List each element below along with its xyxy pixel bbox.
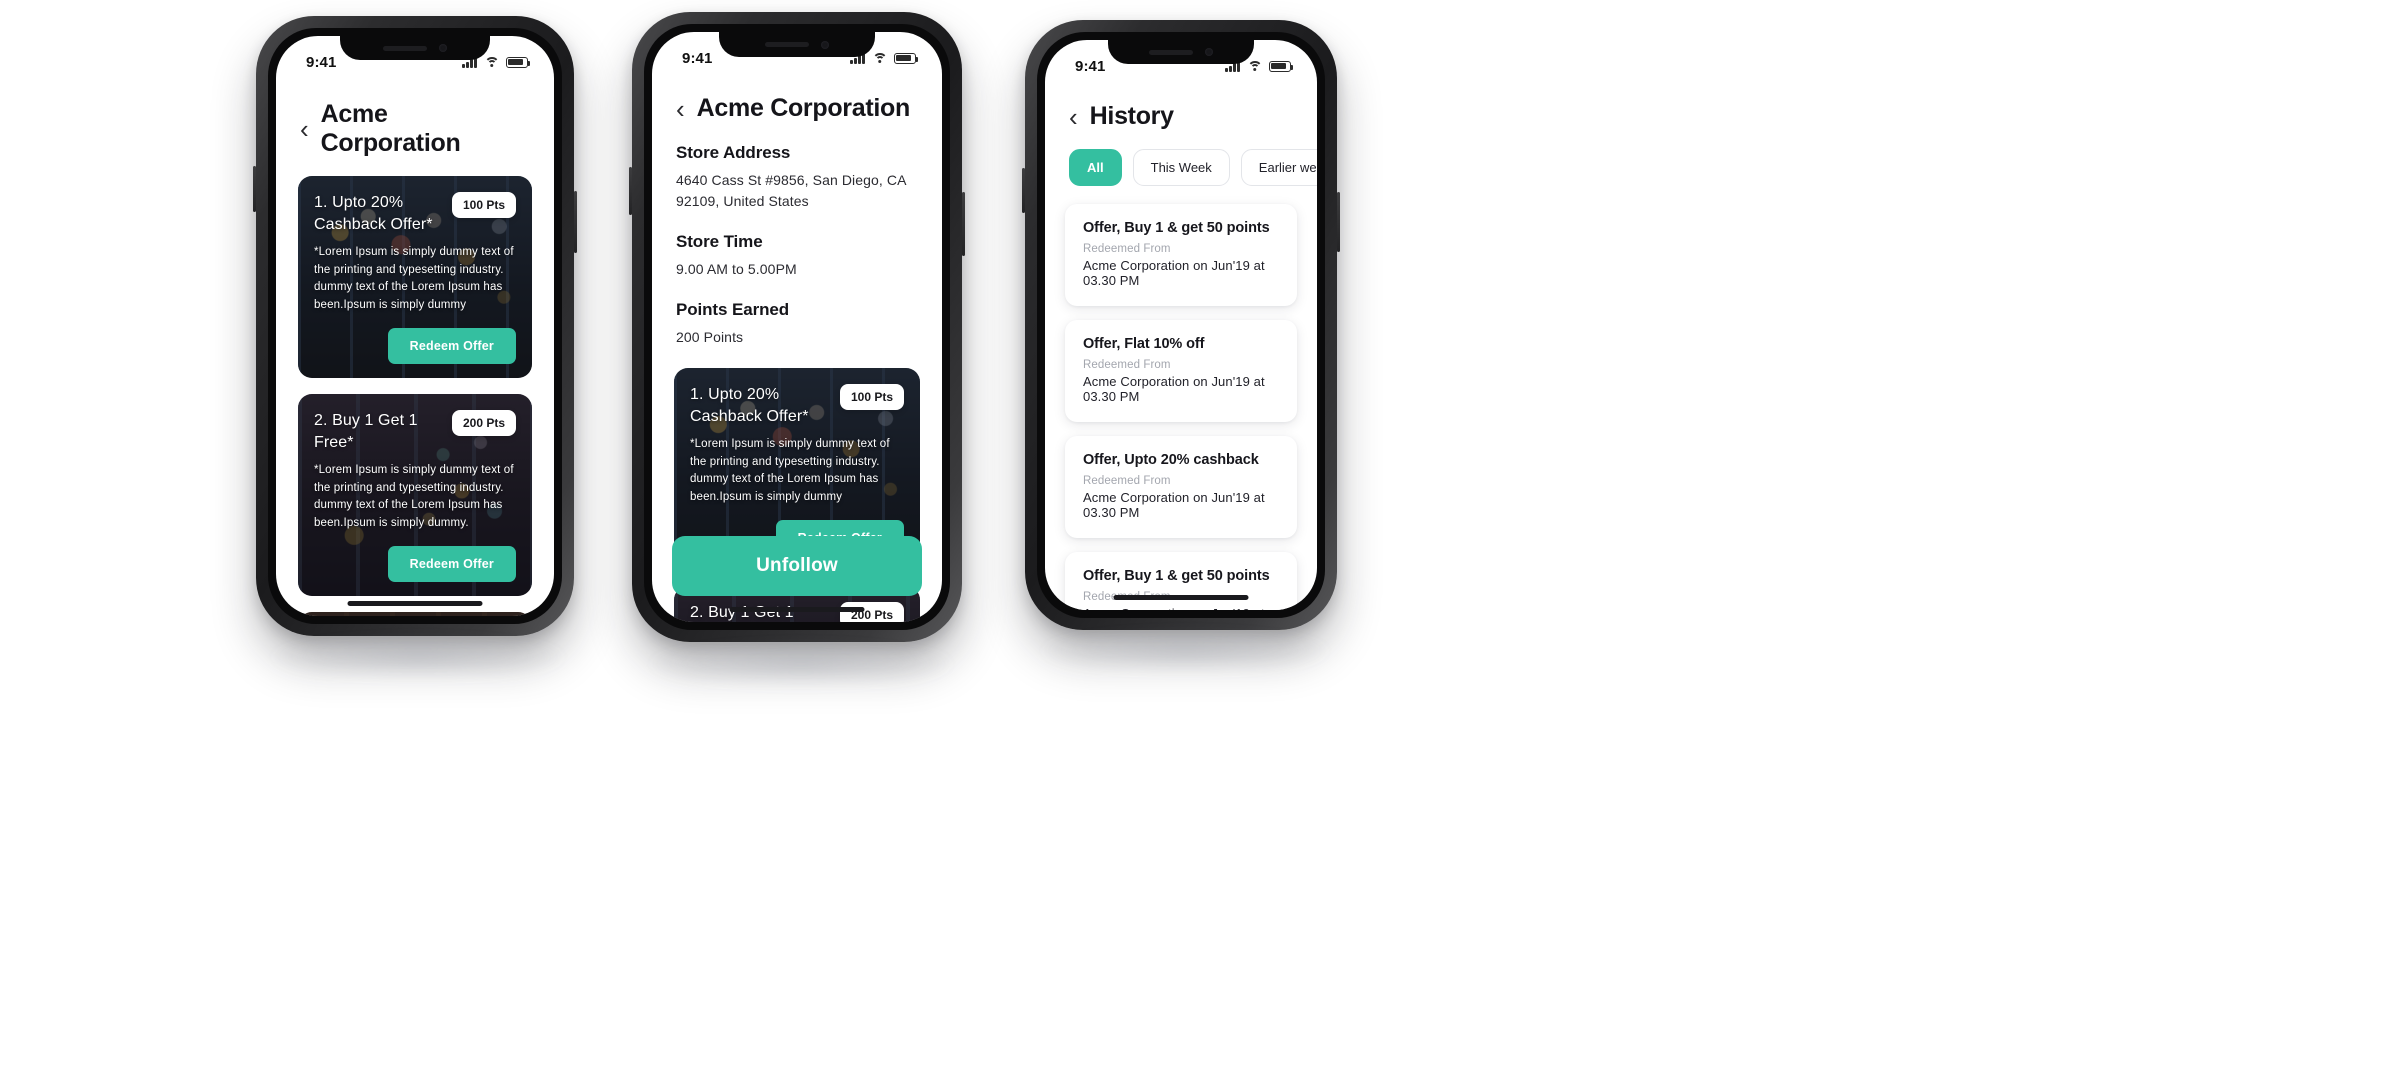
history-filter-tabs: All This Week Earlier week This Month [1045, 149, 1317, 186]
nav-header: ‹ Acme Corporation [276, 100, 554, 158]
phone-screen-history: 9:41 ‹ History All This Week Earlier wee… [1045, 40, 1317, 610]
earpiece-speaker [765, 42, 809, 47]
history-list-item[interactable]: Offer, Buy 1 & get 50 points Redeemed Fr… [1065, 552, 1297, 610]
front-camera-icon [821, 40, 829, 49]
points-badge: 200 Pts [451, 410, 516, 437]
history-item-meta: Acme Corporation on Jun'19 at 03.30 PM [1083, 606, 1279, 610]
wifi-icon [484, 56, 499, 68]
history-list-item[interactable]: Offer, Buy 1 & get 50 points Redeemed Fr… [1065, 204, 1297, 306]
status-time: 9:41 [682, 49, 713, 67]
nav-header: ‹ Acme Corporation [652, 94, 942, 123]
battery-icon [506, 56, 531, 68]
power-button [962, 192, 965, 256]
store-details: Store Address 4640 Cass St #9856, San Di… [652, 143, 942, 348]
notch [340, 36, 490, 60]
history-item-meta: Acme Corporation on Jun'19 at 03.30 PM [1083, 258, 1265, 288]
history-item-subtitle: Redeemed From [1083, 475, 1171, 487]
phone-device-offers: 9:41 ‹ Acme Corporation 1. Upto 20% Cash… [253, 16, 577, 636]
detail-block-points: Points Earned 200 Points [676, 300, 918, 348]
offer-title: 1. Upto 20% Cashback Offer* [690, 386, 809, 426]
page-title: Acme Corporation [320, 100, 461, 157]
phone-screen-offers: 9:41 ‹ Acme Corporation 1. Upto 20% Cash… [276, 36, 554, 616]
home-indicator[interactable] [729, 607, 865, 612]
redeem-offer-button[interactable]: Redeem Offer [387, 328, 516, 365]
offer-title: 2. Buy 1 Get 1 Free* [314, 412, 418, 452]
nav-header: ‹ History [1045, 102, 1317, 131]
history-item-subtitle: Redeemed From [1083, 243, 1171, 255]
offer-card[interactable]: 2. Buy 1 Get 1 Free* 200 Pts *Lorem Ipsu… [298, 394, 532, 597]
notch [1108, 40, 1254, 64]
offer-title: 2. Buy 1 Get 1 Free* [690, 604, 794, 622]
detail-label: Store Time [676, 232, 763, 251]
unfollow-button[interactable]: Unfollow [672, 536, 922, 596]
detail-block-time: Store Time 9.00 AM to 5.00PM [676, 232, 918, 280]
earpiece-speaker [383, 45, 427, 51]
history-item-meta: Acme Corporation on Jun'19 at 03.30 PM [1083, 490, 1265, 520]
detail-value: 9.00 AM to 5.00PM [676, 261, 797, 277]
detail-label: Points Earned [676, 300, 790, 319]
device-reflection [1040, 630, 1330, 672]
offer-description: *Lorem Ipsum is simply dummy text of the… [314, 464, 514, 529]
notch [719, 32, 875, 57]
history-item-meta: Acme Corporation on Jun'19 at 03.30 PM [1083, 374, 1265, 404]
history-item-title: Offer, Buy 1 & get 50 points [1083, 568, 1270, 584]
chevron-left-icon[interactable]: ‹ [300, 116, 309, 142]
detail-value: 4640 Cass St #9856, San Diego, CA 92109,… [676, 172, 906, 209]
wifi-icon [1247, 60, 1262, 72]
history-item-title: Offer, Buy 1 & get 50 points [1083, 220, 1270, 236]
battery-icon [1269, 60, 1294, 72]
device-reflection [270, 636, 566, 678]
chevron-left-icon[interactable]: ‹ [676, 96, 685, 122]
offer-description: *Lorem Ipsum is simply dummy text of the… [314, 246, 514, 311]
chevron-left-icon[interactable]: ‹ [1069, 104, 1078, 130]
history-list: Offer, Buy 1 & get 50 points Redeemed Fr… [1045, 204, 1317, 610]
filter-chip-earlier-week[interactable]: Earlier week [1240, 149, 1317, 186]
history-item-title: Offer, Flat 10% off [1083, 336, 1205, 352]
phone-device-store-detail: 9:41 ‹ Acme Corporation Store Address 46… [629, 12, 965, 642]
front-camera-icon [1205, 48, 1213, 56]
volume-button [629, 167, 632, 215]
points-badge: 200 Pts [839, 602, 904, 622]
front-camera-icon [439, 44, 447, 52]
power-button [574, 191, 577, 253]
page-title: Acme Corporation [696, 94, 911, 122]
detail-block-address: Store Address 4640 Cass St #9856, San Di… [676, 143, 918, 212]
detail-value: 200 Points [676, 329, 744, 345]
offer-card-overlay [298, 612, 532, 616]
screenshot-stage: 9:41 ‹ Acme Corporation 1. Upto 20% Cash… [0, 0, 2400, 1067]
status-time: 9:41 [306, 53, 337, 71]
history-item-title: Offer, Upto 20% cashback [1083, 452, 1259, 468]
filter-chip-all[interactable]: All [1069, 149, 1122, 186]
wifi-icon [872, 52, 887, 64]
redeem-offer-button[interactable]: Redeem Offer [387, 546, 516, 583]
earpiece-speaker [1149, 49, 1193, 55]
phone-bezel: 9:41 ‹ History All This Week Earlier wee… [1037, 32, 1325, 618]
offer-list: 1. Upto 20% Cashback Offer* 100 Pts *Lor… [276, 176, 554, 616]
phone-device-history: 9:41 ‹ History All This Week Earlier wee… [1022, 20, 1340, 630]
history-list-item[interactable]: Offer, Flat 10% off Redeemed From Acme C… [1065, 320, 1297, 422]
history-list-item[interactable]: Offer, Upto 20% cashback Redeemed From A… [1065, 436, 1297, 538]
volume-button [1022, 168, 1025, 213]
offer-card[interactable]: 1. Upto 20% Cashback Offer* 100 Pts *Lor… [298, 176, 532, 379]
power-button [1337, 192, 1340, 252]
home-indicator[interactable] [347, 601, 483, 606]
cta-container: Unfollow [652, 536, 942, 596]
device-reflection [648, 642, 954, 686]
offer-card[interactable]: 3. Flat 10% off* 200 Pts *Lorem Ipsum is… [298, 612, 532, 616]
phone-bezel: 9:41 ‹ Acme Corporation Store Address 46… [644, 24, 950, 630]
home-indicator[interactable] [1113, 595, 1249, 600]
status-time: 9:41 [1075, 57, 1106, 75]
volume-button [253, 166, 256, 212]
page-title: History [1089, 102, 1174, 130]
filter-chip-this-week[interactable]: This Week [1132, 149, 1230, 186]
history-item-subtitle: Redeemed From [1083, 359, 1171, 371]
phone-screen-store-detail: 9:41 ‹ Acme Corporation Store Address 46… [652, 32, 942, 622]
battery-icon [894, 52, 919, 64]
points-badge: 100 Pts [451, 192, 516, 218]
offer-title: 1. Upto 20% Cashback Offer* [314, 194, 433, 234]
offer-description: *Lorem Ipsum is simply dummy text of the… [690, 438, 890, 503]
detail-label: Store Address [676, 143, 791, 162]
phone-bezel: 9:41 ‹ Acme Corporation 1. Upto 20% Cash… [268, 28, 562, 624]
points-badge: 100 Pts [839, 384, 904, 410]
